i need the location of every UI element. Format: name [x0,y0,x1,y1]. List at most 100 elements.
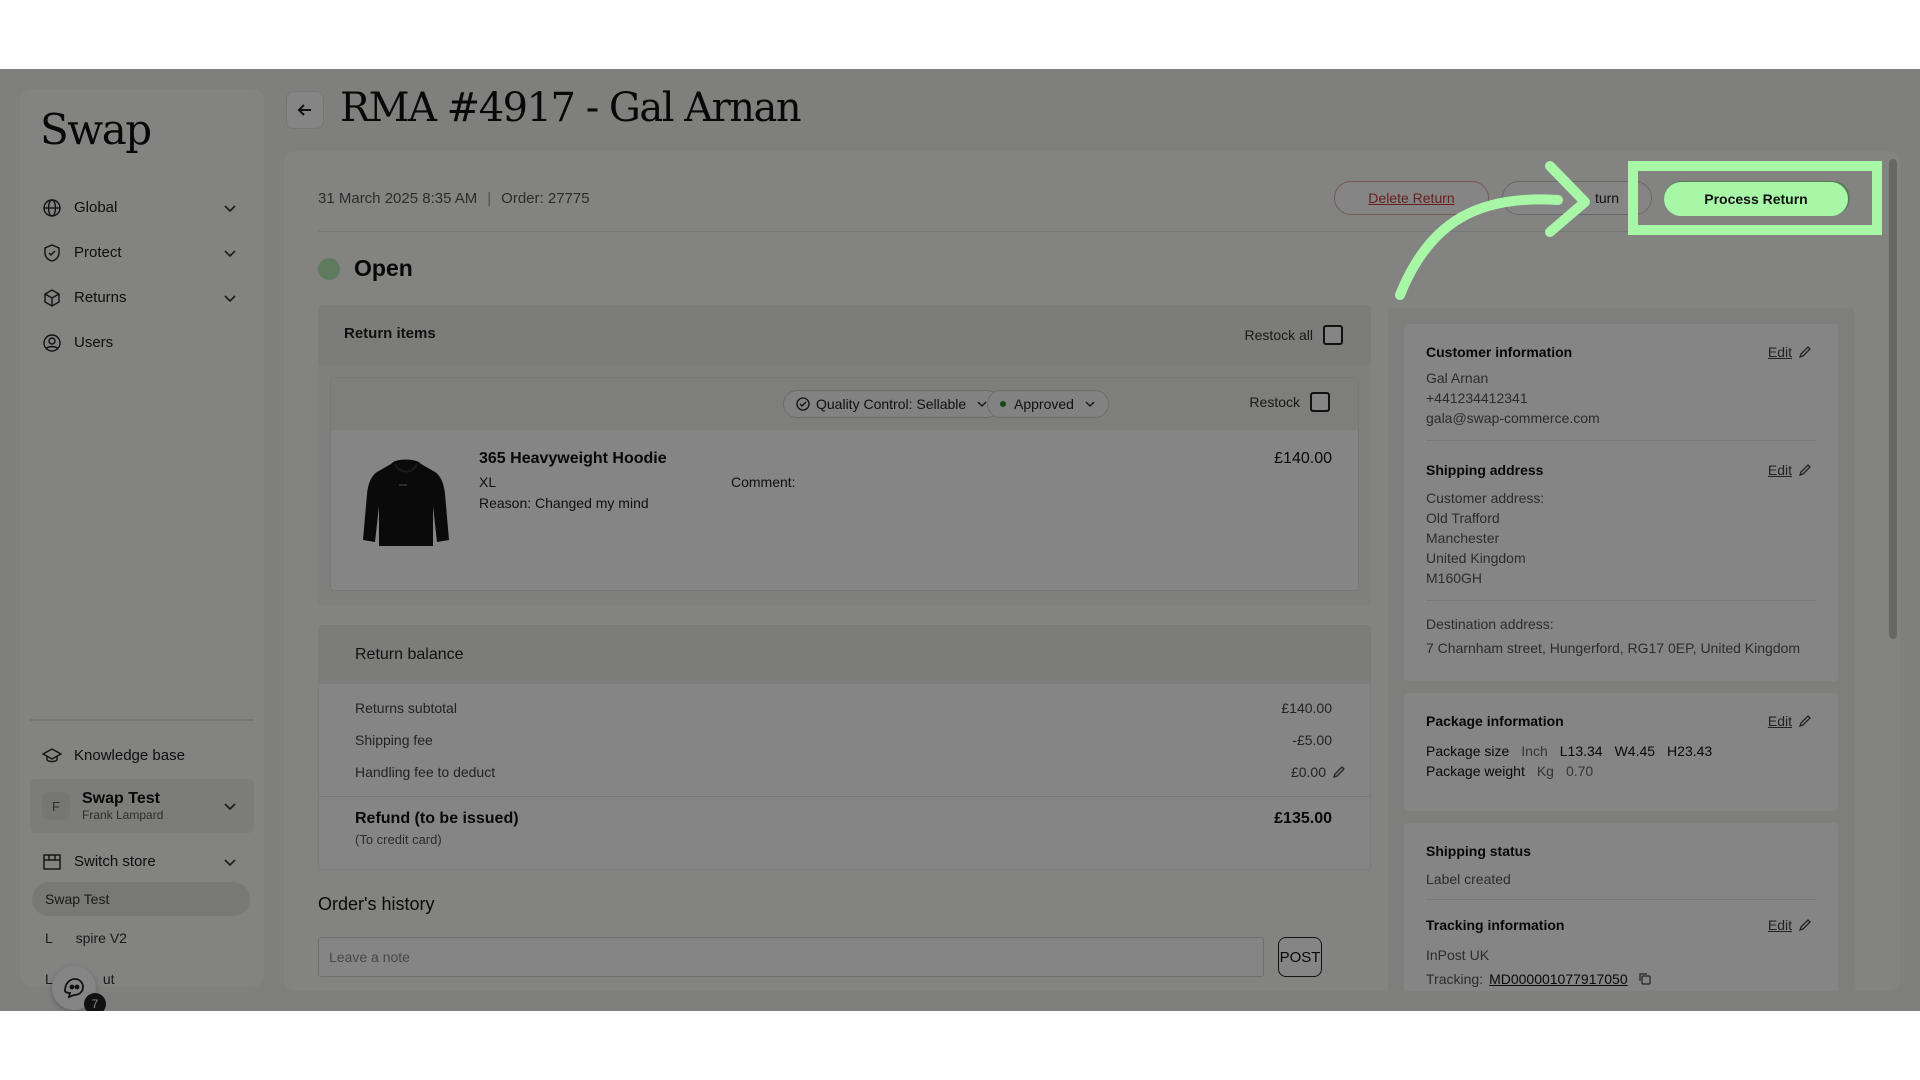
package-weight-row: Package weight Kg 0.70 [1426,763,1593,779]
box-icon [44,288,60,307]
balance-row-label: Handling fee to deduct [355,764,496,780]
package-card: Package information Edit Package size In… [1404,693,1838,811]
store-option[interactable]: Swap Test [32,882,250,916]
order-history-title: Order's history [318,894,435,914]
restock-all-label: Restock all [1244,327,1313,343]
chevron-down-icon [224,205,236,213]
package-size-label: Package size [1426,743,1510,759]
graduation-cap-icon [42,747,62,762]
switch-store[interactable]: Switch store [20,839,264,884]
switch-store-toggle[interactable]: Switch store [20,839,264,884]
approval-label: Approved [1014,396,1074,412]
approved-dot-icon [1000,401,1006,407]
shipping-status-title: Shipping status [1426,843,1531,859]
edit-label: Edit [1767,344,1792,360]
knowledge-base-label: Knowledge base [74,747,185,764]
tracking-info-title: Tracking information [1426,917,1565,933]
return-balance-title: Return balance [355,646,464,663]
sidebar-item-knowledge-base[interactable]: Knowledge base [20,733,264,778]
restock-all-checkbox[interactable] [1323,325,1343,345]
refund-amount: £135.00 [1274,810,1332,827]
shipping-status-card: Shipping status Label created Tracking i… [1404,823,1838,991]
store-option[interactable]: L spire V2 [32,921,250,955]
pencil-icon[interactable] [1332,765,1346,779]
return-items-title: Return items [344,325,436,342]
back-button[interactable] [286,91,324,129]
scrollbar[interactable] [1889,159,1897,659]
user-circle-icon [43,333,61,352]
quality-control-label: Quality Control: Sellable [816,396,967,412]
address-line: M160GH [1426,570,1483,586]
copy-icon[interactable] [1638,972,1652,986]
sidebar-divider [30,719,254,721]
status-label: Open [354,255,413,281]
return-items-card: Return items Restock all Quality Control… [318,305,1371,605]
note-input[interactable] [318,937,1264,977]
account-info: Swap Test Frank Lampard [82,790,163,822]
package-height: H23.43 [1667,743,1713,759]
sidebar-item-label: Returns [74,289,127,306]
chat-icon [64,978,84,999]
sidebar-item-protect[interactable]: Protect [20,230,264,275]
return-comment: Comment: [731,474,796,490]
post-note-button[interactable]: POST [1278,937,1322,977]
chevron-down-icon [224,859,236,867]
tracking-row: Tracking: MD000001077917050 [1426,971,1652,987]
notification-badge: 7 [84,993,106,1011]
customer-phone: +441234412341 [1426,390,1528,406]
return-date: 31 March 2025 8:35 AM [318,190,478,207]
store-icon [43,853,61,870]
knowledge-base-link[interactable]: Knowledge base [20,733,264,778]
quality-control-select[interactable]: Quality Control: Sellable [783,390,1002,418]
sidebar-item-label: Global [74,199,118,216]
sidebar-item-label: Protect [74,244,122,261]
destination-address-label: Destination address: [1426,616,1554,632]
restock-all-control[interactable]: Restock all [1245,325,1343,345]
order-number: Order: 27775 [501,190,590,207]
sidebar-item-global[interactable]: Global [20,185,264,230]
customer-name: Gal Arnan [1426,370,1489,386]
sidebar-item-returns[interactable]: Returns [20,275,264,320]
restock-checkbox[interactable] [1310,392,1330,412]
edit-label: Edit [1767,462,1792,478]
customer-info-title: Customer information [1426,344,1573,360]
return-balance-header: Return balance [319,626,1370,684]
return-detail-panel: 31 March 2025 8:35 AM | Order: 27775 Delet… [284,151,1900,991]
pencil-icon [1798,464,1811,477]
edit-shipping-address-link[interactable]: Edit [1768,462,1812,478]
tracking-label: Tracking: [1426,971,1484,987]
sidebar-nav: Global Protect Returns Users [20,185,264,365]
status-indicator [318,257,340,280]
package-length: L13.34 [1559,743,1603,759]
card-divider [1426,899,1816,900]
restock-item-control[interactable]: Restock [1249,392,1330,412]
return-items-header: Return items Restock all [318,305,1371,365]
account-switcher[interactable]: F Swap Test Frank Lampard [30,779,254,833]
destination-address: 7 Charnham street, Hungerford, RG17 0EP,… [1426,640,1801,656]
pencil-icon [1798,715,1811,728]
package-size-row: Package size Inch L13.34 W4.45 H23.43 [1426,743,1712,759]
package-weight-unit: Kg [1536,763,1554,779]
customer-address-label: Customer address: [1426,490,1545,506]
account-user: Frank Lampard [82,808,164,822]
avatar: F [42,792,70,820]
order-info-panel: Customer information Edit Gal Arnan +441… [1388,308,1854,991]
switch-store-label: Switch store [74,853,156,870]
pencil-icon [1798,919,1811,932]
product-image [363,459,449,546]
sidebar-item-users[interactable]: Users [20,320,264,365]
balance-row: Returns subtotal £140.00 [355,700,1332,716]
product-name: 365 Heavyweight Hoodie [479,450,667,467]
edit-tracking-link[interactable]: Edit [1768,917,1812,933]
chevron-down-icon [224,295,236,303]
balance-row-label: Shipping fee [355,732,433,748]
edit-package-link[interactable]: Edit [1768,713,1812,729]
scrollbar-thumb[interactable] [1889,159,1897,639]
approval-select[interactable]: Approved [987,390,1109,418]
address-line: United Kingdom [1426,550,1526,566]
edit-customer-link[interactable]: Edit [1768,344,1812,360]
card-divider [1426,600,1816,601]
process-return-highlight[interactable]: Process Return [1664,182,1848,216]
tracking-number-link[interactable]: MD000001077917050 [1489,971,1628,987]
sidebar: Swap Global Protect Returns Users Knowle… [20,89,264,987]
